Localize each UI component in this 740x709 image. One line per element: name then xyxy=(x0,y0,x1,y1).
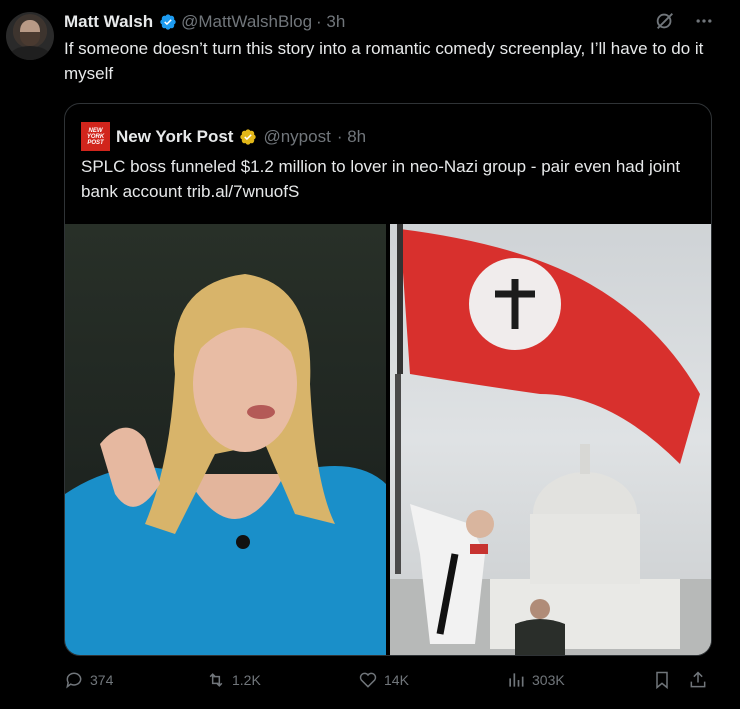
tweet-text: If someone doesn’t turn this story into … xyxy=(64,39,704,83)
avatar[interactable] xyxy=(6,12,54,60)
views-button[interactable]: 303K xyxy=(506,670,565,690)
media-image-flag[interactable] xyxy=(390,224,711,655)
nypost-logo[interactable]: NEW YORK POST xyxy=(81,122,110,151)
views-count: 303K xyxy=(532,672,565,688)
reply-button[interactable]: 374 xyxy=(64,670,113,690)
tweet-header: Matt Walsh @MattWalshBlog · 3h xyxy=(64,10,345,34)
quote-time[interactable]: · 8h xyxy=(337,127,366,147)
tweet-time[interactable]: · 3h xyxy=(316,12,345,32)
more-icon[interactable] xyxy=(694,11,714,31)
author-name[interactable]: Matt Walsh xyxy=(64,12,153,32)
tweet-actions: 374 1.2K 14K 303K xyxy=(64,670,714,694)
reply-icon xyxy=(66,672,82,689)
quoted-tweet[interactable]: NEW YORK POST New York Post @nypost · 8h S… xyxy=(64,103,712,656)
bookmark-button[interactable] xyxy=(652,670,672,690)
author-handle[interactable]: @MattWalshBlog xyxy=(181,12,312,32)
quote-header: NEW YORK POST New York Post @nypost · 8h xyxy=(81,122,366,151)
tweet-top-actions xyxy=(654,10,714,32)
verified-badge-icon xyxy=(240,128,257,145)
repost-count: 1.2K xyxy=(232,672,261,688)
quote-author-name[interactable]: New York Post xyxy=(116,127,233,147)
like-count: 14K xyxy=(384,672,409,688)
share-icon xyxy=(690,671,706,688)
views-icon xyxy=(509,673,524,687)
repost-icon xyxy=(209,673,223,687)
heart-icon xyxy=(359,672,377,688)
reply-count: 374 xyxy=(90,672,114,688)
grok-icon[interactable] xyxy=(654,10,676,32)
like-button[interactable]: 14K xyxy=(358,670,409,690)
woman-photo xyxy=(65,274,386,655)
quote-text: SPLC boss funneled $1.2 million to lover… xyxy=(81,157,681,201)
verified-badge-icon xyxy=(160,14,176,30)
quote-author-handle[interactable]: @nypost xyxy=(263,127,330,147)
media-image-woman[interactable] xyxy=(65,224,386,655)
flag-photo xyxy=(390,224,711,655)
bookmark-icon xyxy=(656,671,668,690)
repost-button[interactable]: 1.2K xyxy=(206,670,261,690)
share-button[interactable] xyxy=(688,670,708,690)
